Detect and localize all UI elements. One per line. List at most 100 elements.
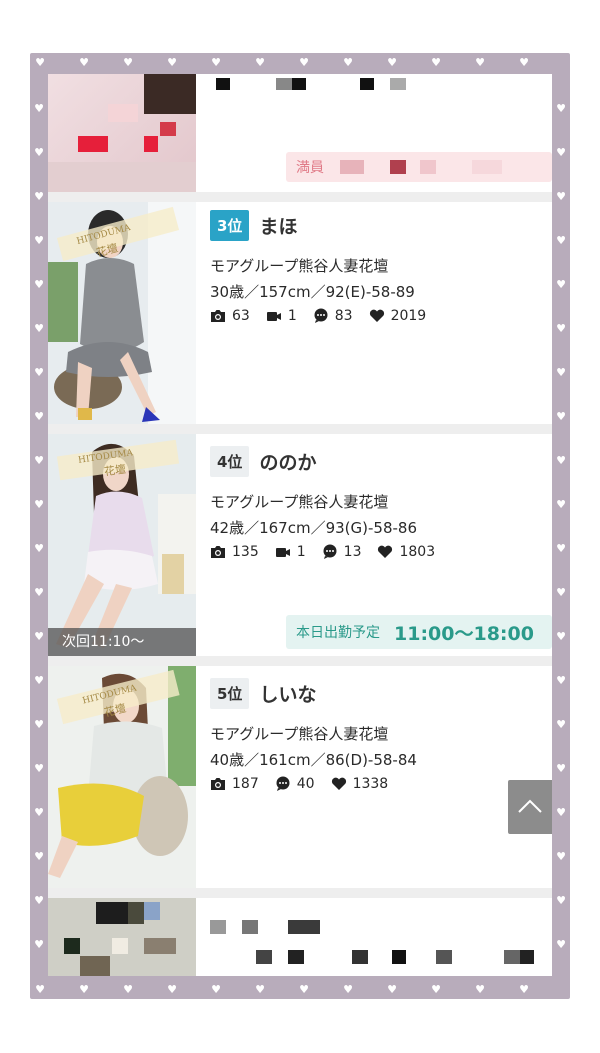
heart-decoration-icon: ♥	[34, 498, 44, 511]
shop-name: モアグループ熊谷人妻花壇	[210, 257, 389, 275]
heart-decoration-icon: ♥	[34, 850, 44, 863]
status-label: 満員	[296, 160, 324, 176]
ranking-card[interactable]: HITODUMA 花壇 3位 まほ モアグループ熊谷人妻花壇 30歳／157cm／…	[48, 202, 552, 424]
cast-stats: 63 1 83 2019	[210, 308, 442, 324]
cast-name[interactable]: ののか	[259, 448, 316, 475]
comment-count: 13	[343, 544, 362, 560]
heart-decoration-icon: ♥	[34, 190, 44, 203]
comment-count: 83	[334, 308, 353, 324]
photo-count: 187	[232, 776, 259, 792]
heart-decoration-icon: ♥	[387, 56, 397, 69]
like-count: 1338	[352, 776, 389, 792]
heart-decoration-icon: ♥	[387, 983, 397, 996]
heart-decoration-icon: ♥	[34, 366, 44, 379]
heart-decoration-icon: ♥	[255, 983, 265, 996]
ranking-card-partial-top[interactable]: 満員	[48, 74, 552, 192]
photo-count: 63	[232, 308, 250, 324]
heart-decoration-icon: ♥	[475, 56, 485, 69]
cast-photo	[48, 74, 196, 192]
rank-badge: 4位	[210, 446, 250, 477]
heart-decoration-icon: ♥	[556, 454, 566, 467]
heart-decoration-icon: ♥	[299, 983, 309, 996]
heart-decoration-icon: ♥	[34, 234, 44, 247]
heart-decoration-icon: ♥	[34, 806, 44, 819]
schedule-time: 11:00〜18:00	[394, 622, 534, 645]
cast-photo[interactable]: HITODUMA 花壇	[48, 666, 196, 888]
cast-name[interactable]: しいな	[259, 680, 316, 707]
heart-decoration-icon: ♥	[34, 542, 44, 555]
rank-badge: 3位	[210, 210, 250, 241]
cast-info: 3位 まほ モアグループ熊谷人妻花壇 30歳／157cm／92(E)-58-89 …	[210, 210, 442, 324]
heart-decoration-icon: ♥	[343, 983, 353, 996]
heart-decoration-icon: ♥	[556, 190, 566, 203]
heart-decoration-icon: ♥	[211, 983, 221, 996]
cast-photo[interactable]: HITODUMA 花壇	[48, 202, 196, 424]
heart-decoration-icon: ♥	[556, 234, 566, 247]
heart-decoration-icon: ♥	[34, 674, 44, 687]
heart-icon	[331, 777, 346, 790]
cast-name[interactable]: まほ	[259, 212, 297, 239]
heart-decoration-icon: ♥	[556, 894, 566, 907]
shop-name: モアグループ熊谷人妻花壇	[210, 725, 389, 743]
camera-icon	[211, 778, 225, 790]
heart-decoration-icon: ♥	[255, 56, 265, 69]
heart-decoration-icon: ♥	[556, 542, 566, 555]
ranking-list: 満員 HITODUMA 花壇 3位 まほ モアグループ熊谷人妻花壇 30歳／15…	[48, 74, 552, 976]
schedule-label: 本日出勤予定	[296, 625, 380, 641]
heart-decoration-icon: ♥	[34, 894, 44, 907]
like-count: 1803	[399, 544, 436, 560]
heart-decoration-icon: ♥	[34, 586, 44, 599]
ranking-card[interactable]: HITODUMA 花壇 次回11:10〜 4位 ののか モアグループ熊谷人妻花壇 …	[48, 434, 552, 656]
video-count: 1	[296, 544, 306, 560]
camera-icon	[211, 546, 225, 558]
comment-icon	[314, 308, 328, 323]
video-icon	[275, 548, 290, 557]
cast-stats: 135 1 13 1803	[210, 544, 451, 560]
heart-decoration-icon: ♥	[556, 102, 566, 115]
heart-decoration-icon: ♥	[556, 586, 566, 599]
heart-decoration-icon: ♥	[167, 56, 177, 69]
photo-count: 135	[232, 544, 259, 560]
heart-decoration-icon: ♥	[167, 983, 177, 996]
heart-decoration-icon: ♥	[34, 454, 44, 467]
heart-decoration-icon: ♥	[34, 762, 44, 775]
heart-decoration-icon: ♥	[431, 983, 441, 996]
schedule-pill: 本日出勤予定 11:00〜18:00	[286, 615, 552, 649]
ranking-card[interactable]: HITODUMA 花壇 5位 しいな モアグループ熊谷人妻花壇 40歳／161cm…	[48, 666, 552, 888]
cast-stats: 187 40 1338	[210, 776, 417, 792]
heart-decoration-icon: ♥	[556, 278, 566, 291]
heart-decoration-icon: ♥	[34, 102, 44, 115]
comment-icon	[323, 544, 337, 559]
heart-decoration-icon: ♥	[556, 938, 566, 951]
video-count: 1	[287, 308, 297, 324]
heart-decoration-icon: ♥	[556, 806, 566, 819]
cast-photo[interactable]: HITODUMA 花壇 次回11:10〜	[48, 434, 196, 656]
heart-decoration-icon: ♥	[343, 56, 353, 69]
scroll-to-top-button[interactable]	[508, 780, 552, 834]
cast-photo-image	[48, 202, 196, 424]
shop-name: モアグループ熊谷人妻花壇	[210, 493, 389, 511]
heart-decoration-icon: ♥	[79, 56, 89, 69]
heart-decoration-icon: ♥	[35, 983, 45, 996]
comment-count: 40	[296, 776, 315, 792]
heart-icon	[369, 309, 384, 322]
comment-icon	[276, 776, 290, 791]
photo-watermark-kanji: 花壇	[103, 462, 127, 479]
chevron-up-icon	[518, 799, 542, 813]
heart-decoration-icon: ♥	[556, 674, 566, 687]
heart-decoration-icon: ♥	[519, 56, 529, 69]
heart-decoration-icon: ♥	[556, 630, 566, 643]
heart-decoration-icon: ♥	[34, 630, 44, 643]
heart-decoration-icon: ♥	[34, 322, 44, 335]
heart-decoration-icon: ♥	[556, 762, 566, 775]
cast-photo	[48, 898, 196, 976]
cast-profile: 40歳／161cm／86(D)-58-84	[210, 751, 417, 769]
heart-decoration-icon: ♥	[556, 366, 566, 379]
cast-info: 4位 ののか モアグループ熊谷人妻花壇 42歳／167cm／93(G)-58-86…	[210, 446, 451, 560]
video-icon	[266, 312, 281, 321]
heart-decoration-icon: ♥	[556, 850, 566, 863]
rank-badge: 5位	[210, 678, 250, 709]
ranking-card-partial-bottom[interactable]	[48, 898, 552, 976]
heart-decoration-icon: ♥	[34, 410, 44, 423]
cast-profile: 30歳／157cm／92(E)-58-89	[210, 283, 415, 301]
